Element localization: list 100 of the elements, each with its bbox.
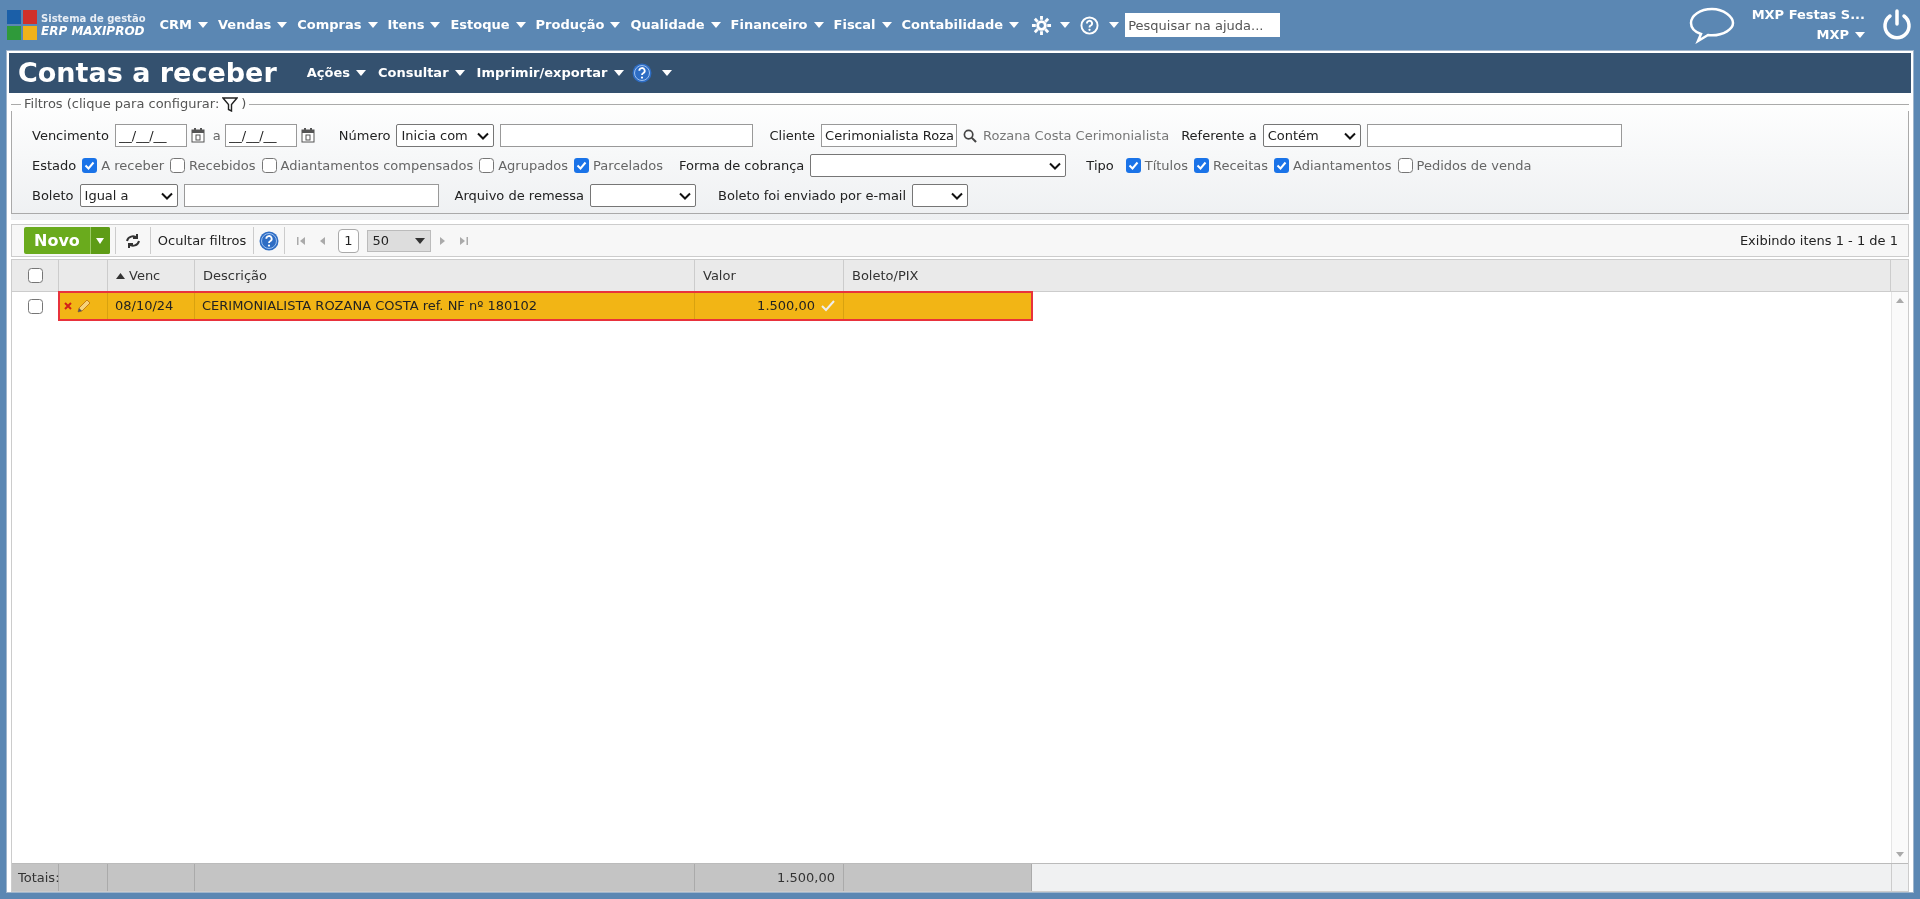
hide-filters-button[interactable]: Ocultar filtros [155,230,249,251]
field-label: Arquivo de remessa [454,186,585,205]
menu-item[interactable]: Financeiro [730,15,824,35]
settings-icon[interactable] [1031,14,1053,36]
checkbox-label: A receber [101,156,165,175]
field-label: Cliente [769,126,816,145]
menu-item[interactable]: Vendas [218,15,288,35]
select-field[interactable] [810,154,1067,177]
filters-legend[interactable]: Filtros (clique para configurar: [24,94,220,114]
refresh-icon[interactable] [123,231,142,250]
checkbox-label: Recebidos [189,156,256,175]
select-field[interactable]: Contém [1262,124,1361,147]
page-title: Contas a receber [18,55,277,90]
delete-icon[interactable] [64,302,72,310]
menu-item[interactable]: Ações [306,63,366,83]
date-field[interactable]: __/__/__ [114,124,187,147]
table-row[interactable]: 08/10/24 CERIMONIALISTA ROZANA COSTA ref. NF nº 180102 1.500,00 [59,292,1032,320]
pagination-summary: Exibindo itens 1 - 1 de 1 [1739,231,1898,250]
checkbox[interactable] [574,158,590,173]
menu-item[interactable]: Estoque [450,15,526,35]
menu-item[interactable]: Consultar [377,63,465,83]
table-cell-text: 1.500,00 [757,297,815,316]
calendar-icon[interactable] [190,128,205,143]
search-icon[interactable] [963,128,978,143]
input-field[interactable] [1366,124,1622,147]
caret-icon[interactable] [355,70,366,76]
select-field[interactable] [590,184,697,207]
chevron-down-icon[interactable] [679,191,692,200]
menu-item[interactable]: Qualidade [630,15,721,35]
caret-icon[interactable] [454,70,465,76]
user-name: MXP Festas S... [1751,6,1865,24]
select-field[interactable]: Inicia com [396,124,495,147]
table-cell: CERIMONIALISTA ROZANA COSTA ref. NF nº 180102 [195,292,695,320]
chevron-down-icon[interactable] [1049,161,1062,170]
pencil-icon[interactable] [76,298,92,314]
logo-subtitle: Sistema de gestão [41,12,146,25]
caret-icon[interactable] [613,70,624,76]
totals-value: 1.500,00 [695,864,844,891]
menu-item[interactable]: Compras [297,15,378,35]
menu-item[interactable]: Fiscal [833,15,892,35]
logo-icon [7,10,37,40]
field-label: Número [338,126,391,145]
chevron-down-icon[interactable] [160,191,173,200]
checkbox[interactable] [1397,158,1413,173]
client-name: Rozana Costa Cerimonialista [983,126,1170,145]
checkbox[interactable] [28,298,43,314]
checkbox[interactable] [82,158,98,173]
checkbox-label: Parcelados [593,156,664,175]
checkbox[interactable] [27,268,43,283]
field-label: Forma de cobrança [679,156,805,175]
checkbox-label: Adiantamentos [1293,156,1392,175]
checkbox-label: Adiantamentos compensados [280,156,474,175]
field-label: Vencimento [32,126,109,145]
filter-icon[interactable] [222,96,239,112]
calendar-icon[interactable] [300,128,315,143]
chevron-down-icon[interactable] [477,131,490,140]
chevron-down-icon[interactable] [1343,131,1356,140]
field-label: Boleto [32,186,74,205]
client-field[interactable]: Cerimonialista Roza [821,124,958,147]
search-field[interactable]: Pesquisar na ajuda... [1125,13,1281,37]
menu-item[interactable]: CRM [159,15,208,35]
field-label: Tipo [1086,156,1114,175]
checkbox-label: Pedidos de venda [1416,156,1532,175]
checkbox[interactable] [479,158,495,173]
sort-ascending-icon[interactable] [116,272,125,279]
checkbox[interactable] [1125,158,1141,173]
page-number[interactable]: 1 [338,228,359,253]
caret-icon[interactable] [661,70,672,76]
select-field[interactable] [912,184,969,207]
checkbox-label: Receitas [1212,156,1268,175]
power-icon[interactable] [1881,9,1913,41]
checkbox[interactable] [1193,158,1209,173]
date-field[interactable]: __/__/__ [224,124,297,147]
menu-item[interactable]: Contabilidade [901,15,1020,35]
input-field[interactable] [183,184,439,207]
chevron-down-icon[interactable] [951,191,964,200]
field-label: Estado [32,156,77,175]
checkbox[interactable] [1274,158,1289,173]
field-label: Referente a [1181,126,1257,145]
menu-item[interactable]: Produção [535,15,621,35]
checkbox[interactable] [170,158,186,173]
input-field[interactable] [500,124,754,147]
checkbox-label: Agrupados [498,156,569,175]
filters-legend-end: ) [241,95,247,114]
company-menu[interactable]: MXP [1816,25,1865,45]
chat-bubble-icon[interactable] [1687,6,1736,44]
field-label: Boleto foi enviado por e-mail [718,186,907,205]
menu-item[interactable]: Imprimir/exportar [476,63,624,83]
checkbox-label: Títulos [1144,156,1188,175]
table-cell: 08/10/24 [108,292,195,320]
help-icon[interactable] [1080,15,1100,35]
help-icon[interactable] [631,63,652,83]
logo-title: ERP MAXIPROD [41,25,146,38]
separator-label: a [212,126,221,145]
select-field[interactable]: Igual a [79,184,178,207]
help-icon[interactable] [259,230,280,251]
menu-item[interactable]: Itens [387,15,441,35]
checkbox[interactable] [261,158,277,173]
caret-icon[interactable] [414,237,425,244]
page-size-select[interactable]: 50 [366,229,431,252]
